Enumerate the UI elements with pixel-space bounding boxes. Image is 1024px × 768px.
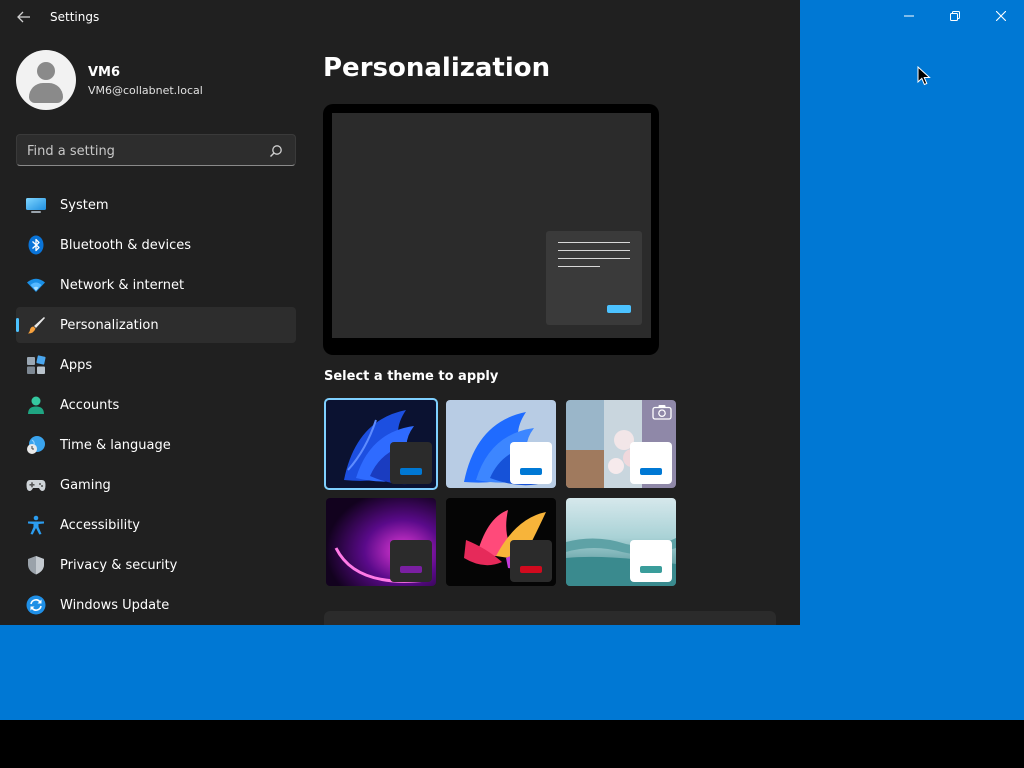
- mouse-cursor-icon: [917, 66, 931, 86]
- theme-accent-bar: [400, 468, 422, 475]
- theme-sample-card: [630, 540, 672, 582]
- page-title: Personalization: [323, 53, 551, 83]
- sidebar-item-label: Network & internet: [60, 278, 185, 293]
- monitor-icon: [26, 198, 46, 213]
- sidebar-item-label: Privacy & security: [60, 558, 178, 573]
- preview-desktop: [332, 113, 651, 338]
- sidebar-item-personalization[interactable]: Personalization: [16, 307, 296, 343]
- user-email: VM6@collabnet.local: [88, 84, 203, 97]
- sidebar-item-system[interactable]: System: [16, 187, 296, 223]
- theme-tile-windows-dark[interactable]: [324, 398, 438, 490]
- apps-icon: [27, 355, 46, 374]
- preview-text-line: [558, 242, 630, 243]
- accessibility-icon: [28, 515, 44, 535]
- sidebar-item-label: Apps: [60, 358, 93, 373]
- update-icon: [26, 595, 46, 615]
- sidebar-item-accounts[interactable]: Accounts: [16, 387, 296, 423]
- sidebar-item-privacy[interactable]: Privacy & security: [16, 547, 296, 583]
- avatar-body-shape: [29, 83, 63, 103]
- sidebar-item-label: Bluetooth & devices: [60, 238, 191, 253]
- theme-tile-windows-light[interactable]: [444, 398, 558, 490]
- theme-sample-card: [390, 540, 432, 582]
- preview-sample-window: [546, 231, 642, 325]
- avatar[interactable]: [16, 50, 76, 110]
- theme-tile-flow[interactable]: [564, 496, 678, 588]
- theme-preview: [323, 104, 659, 355]
- user-profile[interactable]: VM6 VM6@collabnet.local: [16, 50, 296, 110]
- theme-sample-card: [390, 442, 432, 484]
- preview-text-line: [558, 250, 630, 251]
- theme-tile-glow[interactable]: [324, 496, 438, 588]
- sidebar-item-gaming[interactable]: Gaming: [16, 467, 296, 503]
- theme-sample-card: [510, 442, 552, 484]
- paintbrush-icon: [28, 317, 45, 334]
- wifi-icon: [27, 278, 45, 292]
- preview-text-line: [558, 258, 630, 259]
- gamepad-icon: [26, 480, 46, 491]
- selection-indicator: [16, 318, 19, 332]
- theme-tile-captured-motion[interactable]: [444, 496, 558, 588]
- sidebar-item-label: System: [60, 198, 109, 213]
- next-setting-card[interactable]: [324, 611, 776, 625]
- avatar-head-shape: [37, 62, 55, 80]
- screen-bottom-strip: [0, 720, 1024, 768]
- preview-accent-button: [607, 305, 631, 313]
- theme-accent-bar: [640, 468, 662, 475]
- sidebar-item-apps[interactable]: Apps: [16, 347, 296, 383]
- back-button[interactable]: [12, 8, 36, 26]
- sidebar-item-label: Time & language: [60, 438, 171, 453]
- theme-tile-windows-spotlight[interactable]: [564, 398, 678, 490]
- sidebar-item-label: Windows Update: [60, 598, 170, 613]
- sidebar-item-windows-update[interactable]: Windows Update: [16, 587, 296, 623]
- theme-sample-card: [630, 442, 672, 484]
- camera-icon: [652, 405, 672, 420]
- sidebar-item-network[interactable]: Network & internet: [16, 267, 296, 303]
- theme-accent-bar: [640, 566, 662, 573]
- person-icon: [28, 396, 44, 414]
- search-input[interactable]: [27, 142, 257, 160]
- sidebar-item-bluetooth[interactable]: Bluetooth & devices: [16, 227, 296, 263]
- back-arrow-icon: [17, 11, 30, 23]
- shield-icon: [28, 556, 44, 575]
- sidebar-item-label: Accounts: [60, 398, 120, 413]
- preview-text-line: [558, 266, 600, 267]
- user-name: VM6: [88, 65, 121, 80]
- theme-section-heading: Select a theme to apply: [324, 369, 499, 384]
- sidebar-item-label: Personalization: [60, 318, 159, 333]
- minimize-icon: [904, 15, 914, 17]
- theme-accent-bar: [400, 566, 422, 573]
- theme-accent-bar: [520, 468, 542, 475]
- titlebar: Settings: [0, 0, 1024, 34]
- app-title: Settings: [50, 10, 100, 24]
- search-icon[interactable]: [269, 144, 283, 158]
- close-button[interactable]: [978, 4, 1024, 28]
- restore-button[interactable]: [932, 4, 978, 28]
- sidebar-item-accessibility[interactable]: Accessibility: [16, 507, 296, 543]
- minimize-button[interactable]: [886, 4, 932, 28]
- sidebar-nav: System Bluetooth & devices Network & int…: [16, 187, 296, 625]
- globe-clock-icon: [27, 436, 45, 454]
- maximize-icon: [950, 11, 960, 21]
- sidebar-item-label: Accessibility: [60, 518, 140, 533]
- bluetooth-icon: [28, 235, 44, 255]
- theme-accent-bar: [520, 566, 542, 573]
- sidebar-item-label: Gaming: [60, 478, 111, 493]
- settings-window: VM6 VM6@collabnet.local System Bluetooth…: [0, 0, 800, 625]
- sidebar-item-time-language[interactable]: Time & language: [16, 427, 296, 463]
- close-icon: [996, 11, 1006, 21]
- search-box[interactable]: [16, 134, 296, 166]
- theme-sample-card: [510, 540, 552, 582]
